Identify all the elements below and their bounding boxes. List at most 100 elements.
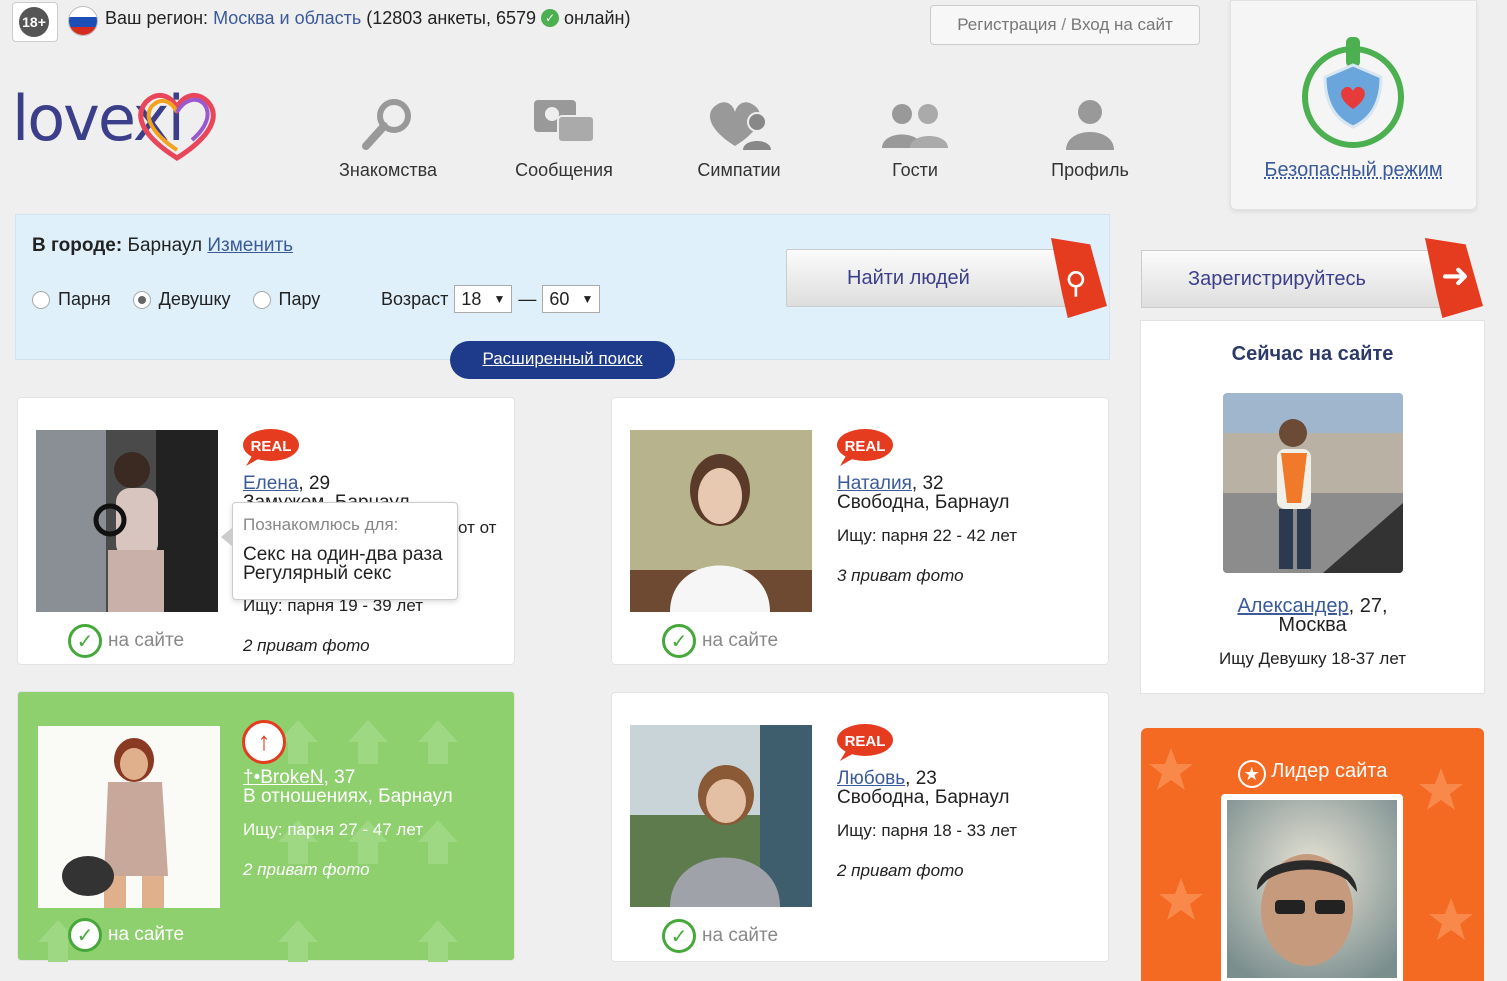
online-status: ✓ на сайте bbox=[68, 624, 184, 658]
radio-girl[interactable]: Девушку bbox=[132, 289, 231, 310]
profile-photo[interactable] bbox=[38, 726, 220, 908]
nav-messages[interactable]: Сообщения bbox=[489, 92, 639, 181]
find-people-button[interactable]: Найти людей ⚲ bbox=[786, 238, 1107, 318]
nav-dating[interactable]: Знакомства bbox=[313, 92, 463, 181]
age-range: Возраст 18 — 60 bbox=[381, 285, 601, 313]
safe-mode-panel[interactable]: Безопасный режим bbox=[1230, 0, 1477, 210]
profile-seek: Ищу: парня 22 - 42 лет bbox=[837, 526, 1018, 545]
tooltip-line-1: Секс на один-два раза bbox=[243, 544, 443, 565]
online-label: на сайте bbox=[702, 925, 779, 946]
russia-flag-icon bbox=[68, 6, 98, 36]
profile-name-link[interactable]: †•BrokeN bbox=[243, 767, 324, 788]
region-stats-tail: онлайн) bbox=[564, 8, 631, 28]
radio-girl-dot[interactable] bbox=[132, 290, 151, 309]
nav-profile[interactable]: Профиль bbox=[1015, 92, 1165, 181]
profile-name-link[interactable]: Любовь bbox=[837, 768, 905, 789]
radio-girl-label: Девушку bbox=[158, 289, 231, 309]
profile-photo[interactable] bbox=[630, 430, 812, 612]
profile-status: Свободна, Барнаул bbox=[837, 787, 1010, 808]
register-link[interactable]: Регистрация bbox=[957, 15, 1056, 34]
online-check-icon: ✓ bbox=[68, 624, 102, 658]
city-name: Барнаул bbox=[127, 235, 203, 256]
profile-icon bbox=[1015, 92, 1165, 152]
age-badge: 18+ bbox=[12, 2, 58, 42]
radio-couple-label: Пару bbox=[278, 289, 321, 309]
shield-power-icon bbox=[1302, 37, 1404, 148]
profile-seek: Ищу: парня 27 - 47 лет bbox=[243, 820, 424, 839]
star-badge-icon: ★ bbox=[1237, 760, 1266, 788]
profile-info: Наталия, 32 Свободна, Барнаул bbox=[837, 474, 1010, 512]
profile-photo[interactable] bbox=[630, 725, 812, 907]
leader-title-row: ★ Лидер сайта bbox=[1141, 760, 1484, 788]
region-stats: (12803 анкеты, 6579 bbox=[366, 8, 536, 28]
private-photos[interactable]: 2 приват фото bbox=[243, 860, 370, 880]
messages-icon bbox=[489, 92, 639, 152]
profile-card[interactable]: REAL Наталия, 32 Свободна, Барнаул Ищу: … bbox=[611, 397, 1109, 665]
search-tag-icon: ⚲ bbox=[1051, 238, 1107, 318]
online-now-title: Сейчас на сайте bbox=[1231, 343, 1394, 365]
online-label: на сайте bbox=[702, 630, 779, 651]
logo-heart-icon bbox=[138, 92, 216, 161]
radio-guy-dot[interactable] bbox=[32, 290, 50, 309]
guests-icon bbox=[840, 92, 990, 152]
leader-photo[interactable] bbox=[1221, 794, 1403, 981]
online-now-info: Александер, 27, Москва bbox=[1141, 595, 1484, 636]
age-to-select[interactable]: 60 bbox=[542, 285, 601, 313]
nav-messages-label: Сообщения bbox=[515, 160, 613, 180]
private-photos[interactable]: 2 приват фото bbox=[837, 861, 964, 881]
profile-status: В отношениях, Барнаул bbox=[243, 786, 453, 807]
online-label: на сайте bbox=[108, 630, 185, 651]
login-link[interactable]: Вход на сайт bbox=[1071, 15, 1173, 34]
profile-age: , 32 bbox=[911, 473, 944, 494]
profile-age: , 37 bbox=[323, 767, 356, 788]
search-panel: В городе: Барнаул Изменить Парня Девушку… bbox=[15, 214, 1110, 360]
online-check-icon: ✓ bbox=[662, 624, 696, 658]
leader-title: Лидер сайта bbox=[1271, 760, 1388, 782]
radio-couple-dot[interactable] bbox=[252, 290, 271, 309]
profile-age: , 23 bbox=[905, 768, 937, 789]
nav-profile-label: Профиль bbox=[1051, 160, 1129, 180]
svg-text:REAL: REAL bbox=[845, 733, 886, 750]
online-now-seek: Ищу Девушку 18-37 лет bbox=[1218, 649, 1407, 668]
online-check-icon: ✓ bbox=[662, 919, 696, 953]
region-link[interactable]: Москва и область bbox=[213, 8, 361, 28]
private-photos[interactable]: 2 приват фото bbox=[243, 636, 370, 656]
age-from-select[interactable]: 18 bbox=[454, 285, 513, 313]
profile-name-link[interactable]: Елена bbox=[243, 473, 298, 494]
tooltip-line-2: Регулярный секс bbox=[243, 563, 392, 584]
svg-text:REAL: REAL bbox=[251, 438, 292, 455]
register-button[interactable]: Зарегистрируйтесь bbox=[1141, 250, 1441, 308]
profile-photo[interactable] bbox=[36, 430, 218, 612]
radio-guy[interactable]: Парня bbox=[32, 289, 111, 310]
profile-seek: Ищу: парня 18 - 33 лет bbox=[837, 821, 1018, 840]
nav-likes[interactable]: Симпатии bbox=[664, 92, 814, 181]
online-status: ✓ на сайте bbox=[68, 918, 184, 952]
boost-up-icon: ↑ bbox=[242, 720, 286, 764]
nav-dating-label: Знакомства bbox=[339, 160, 437, 180]
intent-tooltip: Познакомлюсь для: Секс на один-два раза … bbox=[221, 502, 458, 600]
heart-person-icon bbox=[664, 92, 814, 152]
real-badge-icon: REAL bbox=[243, 429, 299, 466]
private-photos[interactable]: 3 приват фото bbox=[837, 566, 964, 586]
profile-name-link[interactable]: Наталия bbox=[837, 473, 912, 494]
age-dash: — bbox=[518, 288, 537, 309]
change-city-link[interactable]: Изменить bbox=[207, 235, 293, 256]
online-now-city: Москва bbox=[1278, 614, 1347, 636]
nav-guests[interactable]: Гости bbox=[840, 92, 990, 181]
real-badge-icon: REAL bbox=[837, 429, 893, 466]
profile-card-featured[interactable]: ↑ †•BrokeN, 37 В отношениях, Барнаул Ищу… bbox=[17, 691, 515, 962]
online-now-photo[interactable] bbox=[1223, 393, 1403, 573]
region-info: Ваш регион: Москва и область (12803 анке… bbox=[105, 8, 630, 29]
tooltip-title: Познакомлюсь для: bbox=[243, 515, 399, 534]
online-status: ✓ на сайте bbox=[662, 919, 778, 953]
region-label: Ваш регион: bbox=[105, 8, 209, 28]
profile-card[interactable]: REAL Любовь, 23 Свободна, Барнаул Ищу: п… bbox=[611, 692, 1109, 962]
safe-mode-label[interactable]: Безопасный режим bbox=[1231, 159, 1476, 182]
find-people-label: Найти людей bbox=[847, 267, 970, 289]
profile-age: , 29 bbox=[298, 473, 331, 494]
online-now-age: , 27, bbox=[1348, 595, 1388, 617]
radio-couple[interactable]: Пару bbox=[252, 289, 321, 310]
online-status: ✓ на сайте bbox=[662, 624, 778, 658]
advanced-search-button[interactable]: Расширенный поиск bbox=[450, 341, 675, 379]
profile-hidden-tail: от от bbox=[458, 518, 497, 537]
